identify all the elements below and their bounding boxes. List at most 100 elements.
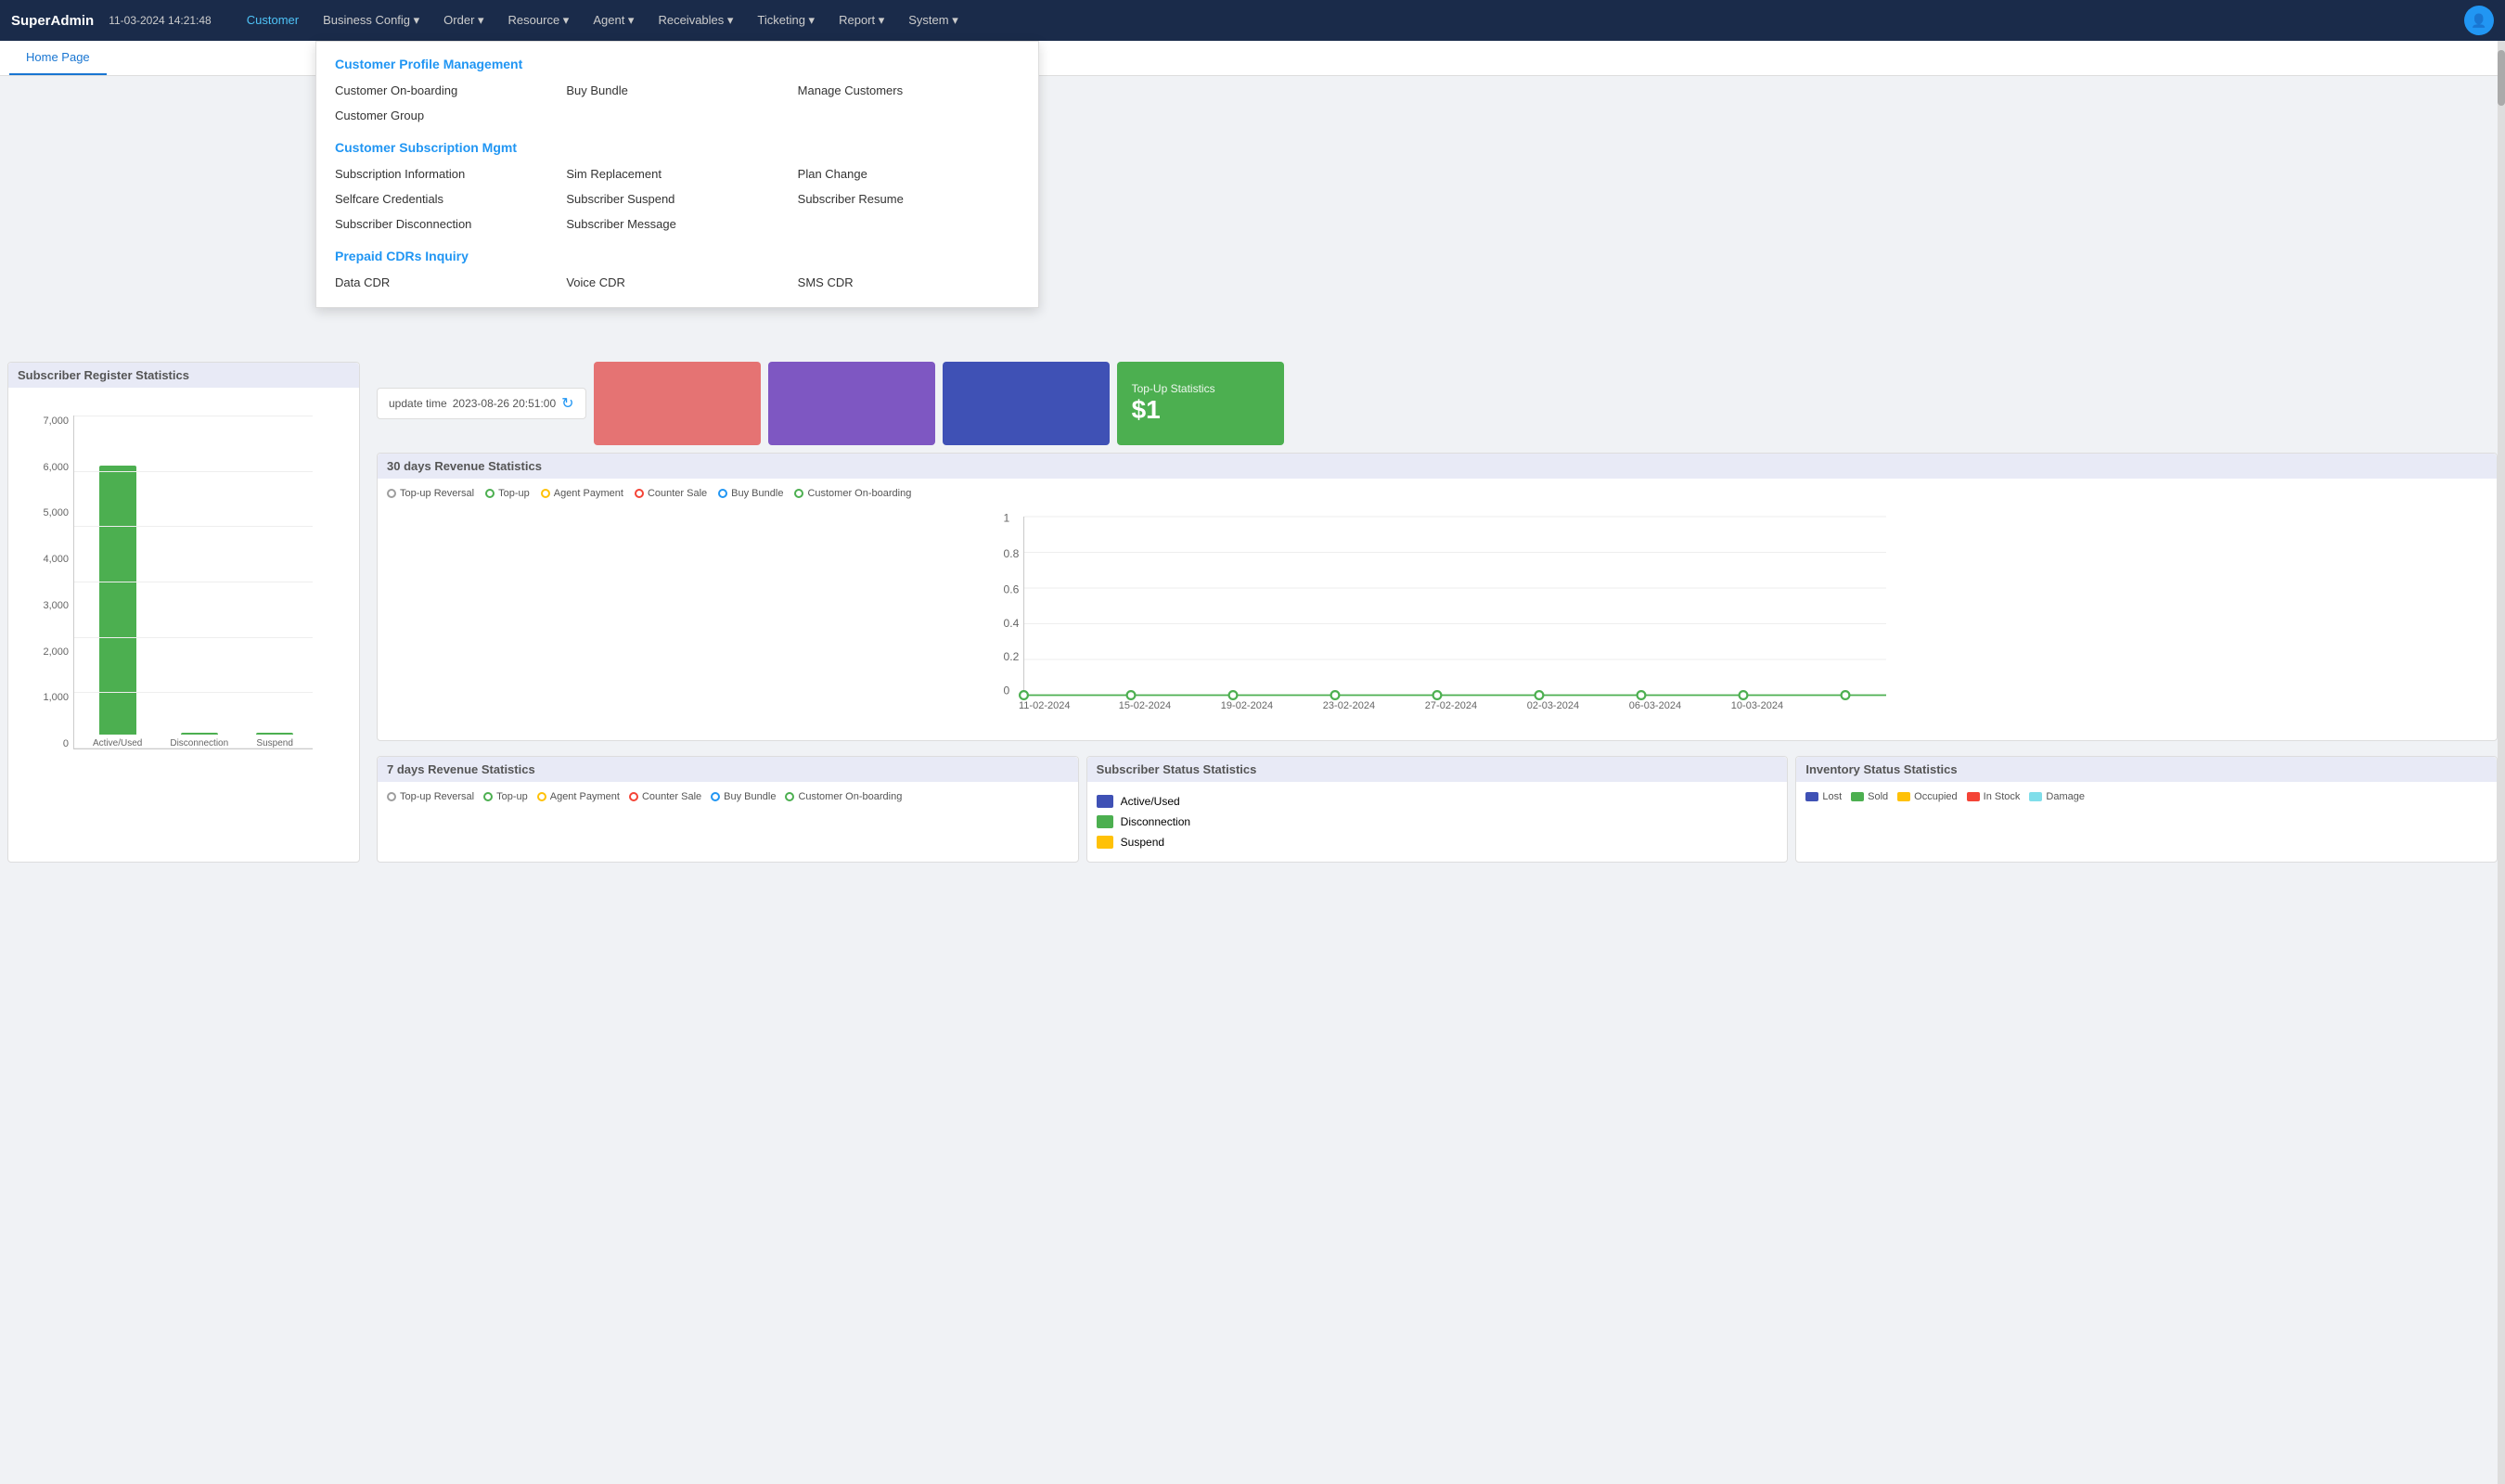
- revenue-30-title: 30 days Revenue Statistics: [378, 454, 2497, 479]
- dropdown-subscriber-disconnection[interactable]: Subscriber Disconnection: [335, 214, 557, 234]
- refresh-icon[interactable]: ↻: [561, 394, 573, 413]
- topup-stat-value: $1: [1132, 395, 1269, 425]
- update-time-value: 2023-08-26 20:51:00: [453, 397, 556, 410]
- svg-text:06-03-2024: 06-03-2024: [1629, 700, 1681, 710]
- legend-7-topup: Top-up: [483, 791, 528, 802]
- legend-buy-bundle: Buy Bundle: [718, 488, 783, 499]
- scrollbar-track[interactable]: [2498, 41, 2505, 1484]
- legend-7-dot-agent-payment: [537, 792, 546, 801]
- svg-text:0.2: 0.2: [1004, 650, 1020, 663]
- legend-inv-sold: Sold: [1851, 791, 1888, 802]
- legend-7-dot-buy-bundle: [711, 792, 720, 801]
- bar-group-suspend: Suspend: [256, 733, 293, 748]
- section-header-cdrs[interactable]: Prepaid CDRs Inquiry: [335, 249, 1020, 263]
- svg-text:27-02-2024: 27-02-2024: [1425, 700, 1477, 710]
- legend-counter-sale: Counter Sale: [635, 488, 707, 499]
- nav-business-config[interactable]: Business Config ▾: [312, 7, 430, 33]
- nav-customer[interactable]: Customer: [236, 7, 310, 33]
- stat-box-purple: [768, 362, 935, 445]
- nav-system[interactable]: System ▾: [897, 7, 969, 33]
- dropdown-data-cdr[interactable]: Data CDR: [335, 273, 557, 292]
- dropdown-customer-onboarding[interactable]: Customer On-boarding: [335, 81, 557, 100]
- svg-text:0.4: 0.4: [1004, 617, 1020, 630]
- update-time-label: update time: [389, 397, 447, 410]
- svg-text:19-02-2024: 19-02-2024: [1221, 700, 1273, 710]
- legend-7-buy-bundle: Buy Bundle: [711, 791, 776, 802]
- tab-home[interactable]: Home Page: [9, 41, 107, 75]
- legend-agent-payment: Agent Payment: [541, 488, 623, 499]
- dropdown-buy-bundle[interactable]: Buy Bundle: [566, 81, 788, 100]
- stat-box-navy: [943, 362, 1110, 445]
- legend-dot-counter-sale: [635, 489, 644, 498]
- legend-dot-topup: [485, 489, 495, 498]
- legend-7-dot-counter-sale: [629, 792, 638, 801]
- dropdown-empty-2: [798, 106, 1020, 125]
- bar-disconnection: [181, 733, 218, 735]
- user-avatar[interactable]: 👤: [2464, 6, 2494, 35]
- customer-dropdown: Customer Profile Management Customer On-…: [315, 41, 1039, 308]
- update-time-box: update time 2023-08-26 20:51:00 ↻: [377, 388, 586, 419]
- dropdown-manage-customers[interactable]: Manage Customers: [798, 81, 1020, 100]
- bottom-row: 7 days Revenue Statistics Top-up Reversa…: [377, 756, 2498, 863]
- dropdown-plan-change[interactable]: Plan Change: [798, 164, 1020, 184]
- dropdown-selfcare-credentials[interactable]: Selfcare Credentials: [335, 189, 557, 209]
- chart-y-labels: 7,000 6,000 5,000 4,000 3,000 2,000 1,00…: [22, 416, 69, 749]
- legend-dot-buy-bundle: [718, 489, 727, 498]
- bar-label-disconnection: Disconnection: [170, 738, 228, 748]
- bar-label-active: Active/Used: [93, 738, 142, 748]
- legend-7-dot-customer-onboarding: [785, 792, 794, 801]
- nav-ticketing[interactable]: Ticketing ▾: [746, 7, 826, 33]
- dropdown-subscriber-message[interactable]: Subscriber Message: [566, 214, 788, 234]
- legend-inv-instock: In Stock: [1967, 791, 2021, 802]
- nav-receivables[interactable]: Receivables ▾: [647, 7, 744, 33]
- revenue-30-svg: 1 0.8 0.6 0.4 0.2 0: [387, 506, 2487, 710]
- dropdown-subscriber-resume[interactable]: Subscriber Resume: [798, 189, 1020, 209]
- legend-topup: Top-up: [485, 488, 530, 499]
- status-color-active: [1097, 795, 1113, 808]
- legend-customer-onboarding: Customer On-boarding: [794, 488, 911, 499]
- bar-group-active: Active/Used: [93, 466, 142, 748]
- section-header-profile[interactable]: Customer Profile Management: [335, 57, 1020, 71]
- dropdown-subscription-info[interactable]: Subscription Information: [335, 164, 557, 184]
- svg-text:15-02-2024: 15-02-2024: [1119, 700, 1171, 710]
- revenue-7-panel: 7 days Revenue Statistics Top-up Reversa…: [377, 756, 1079, 863]
- dropdown-subscriber-suspend[interactable]: Subscriber Suspend: [566, 189, 788, 209]
- dropdown-sim-replacement[interactable]: Sim Replacement: [566, 164, 788, 184]
- legend-dot-topup-reversal: [387, 489, 396, 498]
- brand-label[interactable]: SuperAdmin: [11, 13, 94, 29]
- nav-report[interactable]: Report ▾: [828, 7, 895, 33]
- subscriber-register-panel: Subscriber Register Statistics 7,000 6,0…: [7, 362, 360, 863]
- inv-color-instock: [1967, 792, 1980, 801]
- inventory-status-panel: Inventory Status Statistics Lost Sold Oc…: [1795, 756, 2498, 863]
- svg-text:10-03-2024: 10-03-2024: [1731, 700, 1783, 710]
- nav-order[interactable]: Order ▾: [432, 7, 495, 33]
- status-color-disconnection: [1097, 815, 1113, 828]
- subscriber-status-title: Subscriber Status Statistics: [1087, 757, 1788, 782]
- dropdown-customer-group[interactable]: Customer Group: [335, 106, 557, 125]
- bar-active: [99, 466, 136, 735]
- scrollbar-thumb[interactable]: [2498, 50, 2505, 106]
- dropdown-voice-cdr[interactable]: Voice CDR: [566, 273, 788, 292]
- section-header-subscription[interactable]: Customer Subscription Mgmt: [335, 140, 1020, 155]
- dropdown-sms-cdr[interactable]: SMS CDR: [798, 273, 1020, 292]
- nav-agent[interactable]: Agent ▾: [582, 7, 645, 33]
- nav-resource[interactable]: Resource ▾: [497, 7, 581, 33]
- revenue-30-legend: Top-up Reversal Top-up Agent Payment Cou…: [387, 488, 2487, 499]
- inv-color-lost: [1805, 792, 1818, 801]
- legend-topup-reversal: Top-up Reversal: [387, 488, 474, 499]
- bar-group-disconnection: Disconnection: [170, 733, 228, 748]
- dropdown-empty-3: [798, 214, 1020, 234]
- status-item-suspend: Suspend: [1097, 832, 1779, 852]
- status-item-disconnection: Disconnection: [1097, 812, 1779, 832]
- legend-7-dot-topup: [483, 792, 493, 801]
- inventory-status-title: Inventory Status Statistics: [1796, 757, 2497, 782]
- revenue-7-legend: Top-up Reversal Top-up Agent Payment Cou…: [387, 791, 1069, 802]
- status-color-suspend: [1097, 836, 1113, 849]
- legend-7-counter-sale: Counter Sale: [629, 791, 701, 802]
- top-stats: update time 2023-08-26 20:51:00 ↻ Top-Up…: [377, 362, 2498, 445]
- subscriber-register-title: Subscriber Register Statistics: [8, 363, 359, 388]
- bar-suspend: [256, 733, 293, 735]
- revenue-30-chart: 1 0.8 0.6 0.4 0.2 0: [387, 506, 2487, 710]
- svg-text:0.6: 0.6: [1004, 583, 1020, 596]
- inventory-legend: Lost Sold Occupied In Stock: [1805, 791, 2487, 802]
